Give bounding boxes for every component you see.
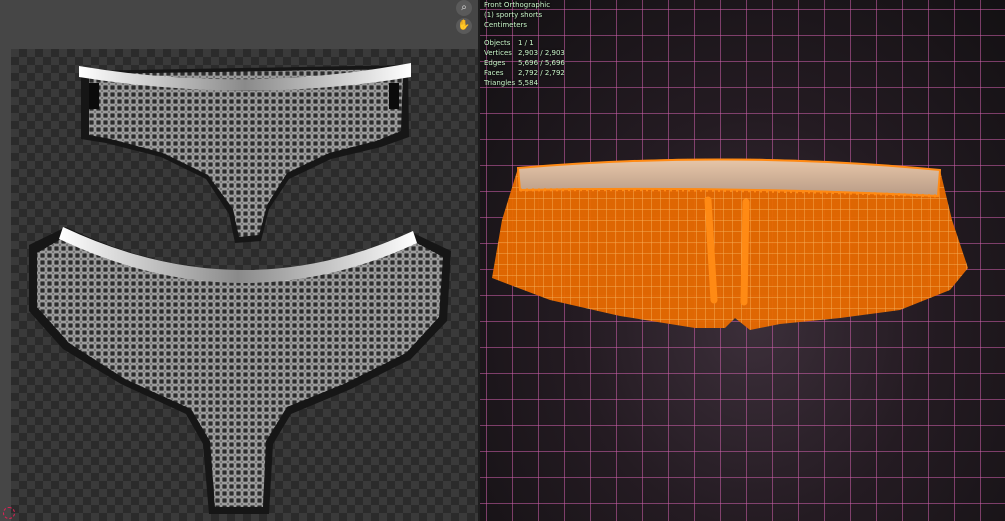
view-name: Front Orthographic bbox=[484, 1, 551, 9]
zoom-icon[interactable]: ⌕ bbox=[456, 0, 472, 16]
uv-islands bbox=[29, 63, 451, 514]
origin-icon bbox=[3, 507, 15, 519]
stat-triangles: Triangles 5,584 bbox=[484, 79, 539, 87]
3d-viewport[interactable]: Front Orthographic (1) sporty shorts Cen… bbox=[480, 0, 1005, 521]
stat-objects: Objects 1 / 1 bbox=[484, 39, 534, 47]
units-label: Centimeters bbox=[484, 21, 528, 29]
uv-canvas[interactable] bbox=[11, 49, 478, 521]
stat-faces: Faces 2,792 / 2,792 bbox=[484, 69, 565, 77]
object-name: (1) sporty shorts bbox=[484, 11, 543, 19]
stat-vertices: Vertices 2,903 / 2,903 bbox=[484, 49, 565, 57]
hand-icon[interactable]: ✋ bbox=[456, 18, 472, 34]
viewport-info: Front Orthographic (1) sporty shorts Cen… bbox=[484, 0, 565, 88]
stat-edges: Edges 5,696 / 5,696 bbox=[484, 59, 565, 67]
uv-editor-panel: ⌕ ✋ bbox=[0, 0, 478, 521]
